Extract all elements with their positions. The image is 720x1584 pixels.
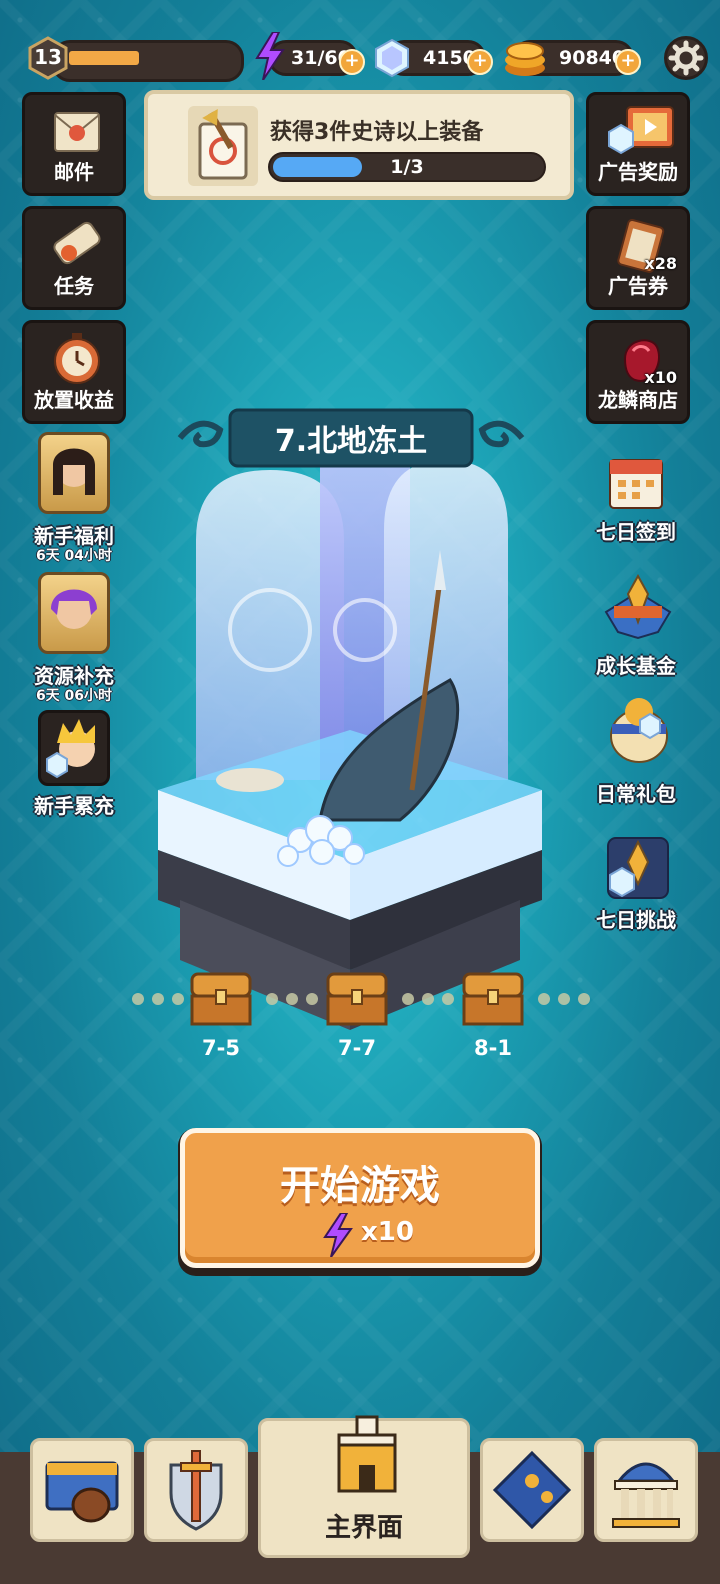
seven-day-checkin-label: 七日签到 (596, 520, 676, 544)
start-game-button[interactable]: 开始游戏 x10 (180, 1128, 540, 1268)
resource-supply-button[interactable] (38, 572, 110, 654)
stage-name-banner: 7.北地冻土 (176, 406, 526, 470)
gold-coins-icon (505, 42, 545, 76)
stage-name: 7.北地冻土 (274, 424, 428, 459)
gold-plus-button[interactable]: + (615, 49, 641, 75)
quest-scroll-icon (198, 108, 248, 180)
nav-equipment-button[interactable] (144, 1438, 248, 1542)
nav-main-label: 主界面 (324, 1513, 403, 1543)
temple-icon (612, 1462, 680, 1528)
quest-progress-bar: 1/3 (268, 152, 546, 182)
chest-icon[interactable] (326, 968, 388, 1028)
chest-label: 7-5 (202, 1036, 240, 1060)
castle-icon (337, 1415, 397, 1493)
map-icon (492, 1450, 572, 1530)
gems-plus-button[interactable]: + (467, 49, 493, 75)
stopwatch-icon (54, 333, 100, 384)
idle-rewards-button[interactable]: 放置收益 (22, 320, 126, 424)
gear-icon (668, 40, 704, 76)
mail-label: 邮件 (54, 160, 94, 184)
idle-rewards-label: 放置收益 (34, 388, 114, 412)
calendar-icon[interactable] (606, 452, 666, 512)
quest-progress-text: 1/3 (390, 156, 424, 178)
nav-map-button[interactable] (480, 1438, 584, 1542)
quests-label: 任务 (54, 274, 94, 298)
dragon-scale-shop-button[interactable]: x10 龙鳞商店 (586, 320, 690, 424)
seven-day-challenge-icon[interactable] (602, 832, 674, 904)
energy-bolt-icon (323, 1213, 353, 1257)
chest-icon[interactable] (462, 968, 524, 1028)
quest-title: 获得3件史诗以上装备 (270, 120, 484, 145)
resource-supply-timer: 6天 06小时 (35, 688, 113, 704)
mail-button[interactable]: 邮件 (22, 92, 126, 196)
energy-bolt-icon (255, 32, 285, 80)
hero-portrait-icon (51, 589, 97, 629)
newbie-recharge-label: 新手累充 (34, 794, 114, 818)
daily-pack-icon[interactable] (604, 692, 674, 768)
ad-ticket-button[interactable]: x28 广告券 (586, 206, 690, 310)
newbie-recharge-button[interactable] (38, 710, 110, 786)
nav-temple-button[interactable] (594, 1438, 698, 1542)
dragon-scale-shop-label: 龙鳞商店 (598, 388, 678, 412)
hero-portrait-icon (53, 448, 95, 495)
player-level: 13 (34, 45, 62, 69)
chest-icon[interactable] (190, 968, 252, 1028)
nav-shop-button[interactable] (30, 1438, 134, 1542)
hero-portrait-icon (46, 719, 95, 779)
newbie-welfare-button[interactable] (38, 432, 110, 514)
sword-shield-icon (169, 1450, 223, 1531)
start-game-cost: x10 (361, 1217, 414, 1247)
ad-ticket-label: 广告券 (608, 274, 668, 298)
nav-main-button[interactable]: 主界面 (258, 1415, 470, 1558)
growth-fund-label: 成长基金 (596, 654, 676, 678)
seven-day-challenge-label: 七日挑战 (596, 908, 676, 932)
energy-plus-button[interactable]: + (339, 49, 365, 75)
gem-icon (375, 38, 409, 78)
quest-icon-frame (188, 106, 258, 186)
xp-bar (52, 40, 244, 82)
quest-banner[interactable]: 获得3件史诗以上装备 1/3 (144, 90, 574, 200)
start-game-label: 开始游戏 (280, 1163, 440, 1209)
newbie-welfare-timer: 6天 04小时 (35, 548, 113, 564)
mail-icon (54, 112, 100, 152)
growth-fund-icon[interactable] (600, 572, 676, 644)
chest-label: 8-1 (474, 1036, 512, 1060)
shop-icon (45, 1461, 119, 1523)
settings-button[interactable] (664, 36, 708, 80)
daily-pack-label: 日常礼包 (596, 782, 676, 806)
ad-rewards-label: 广告奖励 (598, 160, 678, 184)
xp-fill (69, 51, 139, 65)
ad-rewards-button[interactable]: 广告奖励 (586, 92, 690, 196)
quests-button[interactable]: 任务 (22, 206, 126, 310)
chest-label: 7-7 (338, 1036, 376, 1060)
tv-ad-icon (608, 106, 674, 155)
scroll-icon (53, 221, 101, 265)
